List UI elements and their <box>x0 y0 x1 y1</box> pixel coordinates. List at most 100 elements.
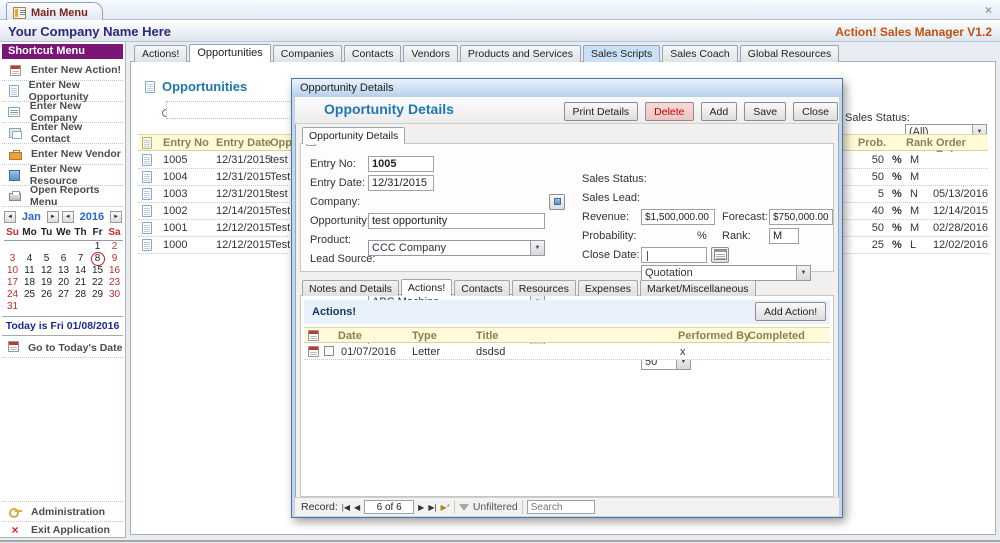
sidebar-item-label: Enter New Action! <box>31 64 121 76</box>
tab-vendors[interactable]: Vendors <box>403 45 458 62</box>
sidebar-item-open-reports-menu[interactable]: Open Reports Menu <box>2 186 123 207</box>
sidebar-item-label: Enter New Vendor <box>31 148 121 160</box>
document-icon <box>142 205 152 217</box>
rank-field[interactable] <box>769 228 799 244</box>
col-prob[interactable]: Prob. <box>838 137 886 149</box>
col-performed-by[interactable]: Performed By <box>678 330 750 342</box>
last-record-button[interactable]: ▶| <box>428 503 436 512</box>
main-menu-tab-label: Main Menu <box>31 7 88 19</box>
goto-today-label: Go to Today's Date <box>28 342 122 354</box>
opportunity-field[interactable] <box>368 213 545 229</box>
tab-companies[interactable]: Companies <box>273 45 342 62</box>
subtab-notes-and-details[interactable]: Notes and Details <box>302 280 399 296</box>
close-button[interactable]: Close <box>793 102 838 121</box>
entry-date-field[interactable] <box>368 175 434 191</box>
col-completed[interactable]: Completed <box>748 330 805 342</box>
subtab-market-miscellaneous[interactable]: Market/Miscellaneous <box>640 280 756 296</box>
calendar-month: Jan <box>19 211 44 223</box>
sidebar-item-enter-new-resource[interactable]: Enter New Resource <box>2 165 123 186</box>
window-bottom-edge <box>0 540 1000 542</box>
calendar-icon <box>308 346 319 357</box>
tab-sales-coach[interactable]: Sales Coach <box>662 45 738 62</box>
add-button[interactable]: Add <box>701 102 738 121</box>
record-search-input[interactable] <box>527 500 595 514</box>
sidebar-item-enter-new-action[interactable]: Enter New Action! <box>2 60 123 81</box>
entry-no-label: Entry No: <box>310 158 356 170</box>
date-picker-button[interactable] <box>711 247 729 263</box>
contact-cards-icon <box>8 128 22 138</box>
subtab-actions[interactable]: Actions! <box>401 279 452 296</box>
entry-date-label: Entry Date: <box>310 177 365 189</box>
calendar-year: 2016 <box>77 211 107 223</box>
sidebar-item-enter-new-opportunity[interactable]: Enter New Opportunity <box>2 81 123 102</box>
subtab-expenses[interactable]: Expenses <box>578 280 638 296</box>
subtab-resources[interactable]: Resources <box>512 280 576 296</box>
previous-record-button[interactable]: ◀ <box>354 503 360 512</box>
delete-button[interactable]: Delete <box>645 102 693 121</box>
filter-state-button[interactable]: Unfiltered <box>473 501 518 513</box>
shortcut-menu-header: Shortcut Menu <box>2 44 123 59</box>
action-row[interactable]: 01/07/2016 Letter dsdsd x <box>304 344 830 360</box>
tab-global-resources[interactable]: Global Resources <box>740 45 839 62</box>
sidebar-item-enter-new-vendor[interactable]: Enter New Vendor <box>2 144 123 165</box>
calendar-grid[interactable]: 12 3456789 10111213141516 17181920212223… <box>4 241 123 313</box>
revenue-field[interactable] <box>641 209 715 225</box>
next-record-button[interactable]: ▶ <box>418 503 424 512</box>
opportunities-heading: Opportunities <box>162 79 247 94</box>
calendar-icon <box>8 341 19 355</box>
document-icon <box>142 222 152 234</box>
goto-form-icon <box>554 198 561 205</box>
col-entry-date[interactable]: Entry Date <box>216 137 271 149</box>
print-details-button[interactable]: Print Details <box>564 102 639 121</box>
main-menu-tab[interactable]: Main Menu <box>6 2 103 20</box>
add-action-button[interactable]: Add Action! <box>755 302 826 321</box>
tab-opportunities[interactable]: Opportunities <box>189 44 270 62</box>
text-cursor <box>647 251 648 261</box>
key-icon <box>8 508 22 515</box>
entry-no-field[interactable] <box>368 156 434 172</box>
prev-year-button[interactable]: ◄ <box>62 211 74 223</box>
sidebar-item-enter-new-contact[interactable]: Enter New Contact <box>2 123 123 144</box>
save-button[interactable]: Save <box>744 102 786 121</box>
prev-month-button[interactable]: ◄ <box>4 211 16 223</box>
record-position-field[interactable] <box>364 500 414 514</box>
close-icon[interactable]: × <box>985 3 992 17</box>
goto-company-button[interactable] <box>549 194 565 210</box>
new-record-button[interactable]: ▶* <box>441 503 450 512</box>
today-date-cell: 8 <box>89 253 106 265</box>
close-date-field[interactable] <box>641 247 707 263</box>
tab-products-and-services[interactable]: Products and Services <box>460 45 581 62</box>
forecast-field[interactable] <box>769 209 833 225</box>
action-select-checkbox[interactable] <box>324 346 334 356</box>
close-date-label: Close Date: <box>582 249 639 261</box>
detail-subtab-bar: Notes and Details Actions! Contacts Reso… <box>302 279 756 296</box>
document-icon <box>142 137 152 149</box>
next-year-button[interactable]: ► <box>110 211 122 223</box>
next-month-button[interactable]: ► <box>47 211 59 223</box>
first-record-button[interactable]: |◀ <box>342 503 350 512</box>
col-date[interactable]: Date <box>338 330 362 342</box>
col-title[interactable]: Title <box>476 330 498 342</box>
sidebar-item-enter-new-company[interactable]: Enter New Company <box>2 102 123 123</box>
tab-opportunity-details[interactable]: Opportunity Details <box>302 127 405 144</box>
dialog-titlebar[interactable]: Opportunity Details <box>292 79 842 97</box>
exit-label: Exit Application <box>31 524 110 536</box>
dialog-button-row: Print Details Delete Add Save Close <box>564 102 838 121</box>
col-rank[interactable]: Rank <box>906 137 933 149</box>
goto-today-button[interactable]: Go to Today's Date <box>2 338 123 358</box>
divider <box>522 500 523 514</box>
calendar-icon <box>308 330 319 341</box>
tab-sales-scripts[interactable]: Sales Scripts <box>583 45 660 62</box>
exit-application-button[interactable]: × Exit Application <box>2 519 123 540</box>
resource-icon <box>8 170 21 181</box>
record-navigation-bar: Record: |◀ ◀ ▶ ▶| ▶* Unfiltered <box>295 497 839 516</box>
record-label: Record: <box>301 501 338 513</box>
document-icon <box>142 154 152 166</box>
subtab-contacts[interactable]: Contacts <box>454 280 509 296</box>
tab-contacts[interactable]: Contacts <box>344 45 401 62</box>
col-type[interactable]: Type <box>412 330 437 342</box>
tab-actions[interactable]: Actions! <box>134 45 187 62</box>
company-label: Company: <box>310 196 360 208</box>
company-select[interactable]: CCC Company▼ <box>368 240 545 256</box>
col-entry-no[interactable]: Entry No <box>163 137 209 149</box>
